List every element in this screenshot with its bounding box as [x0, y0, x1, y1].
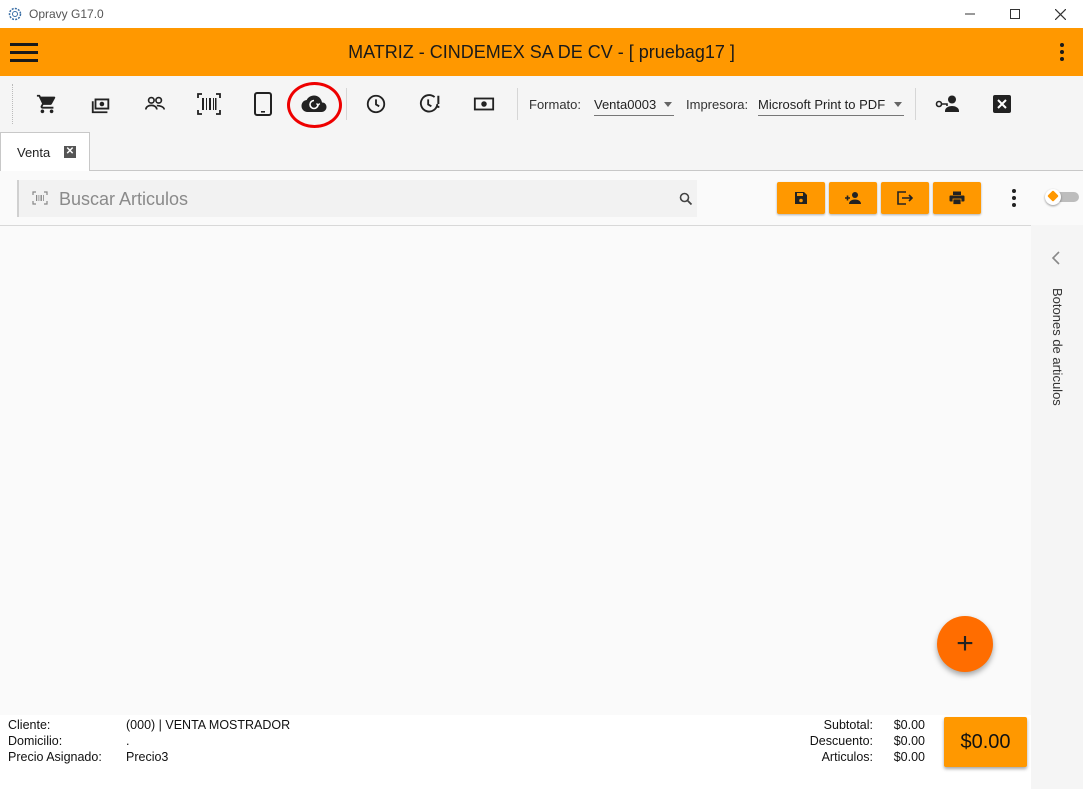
- search-input[interactable]: [59, 186, 659, 212]
- toolbar-separator: [346, 88, 347, 120]
- maximize-icon: [1010, 9, 1020, 19]
- close-tab-icon[interactable]: ✕: [64, 146, 76, 158]
- tablet-button[interactable]: [249, 90, 277, 118]
- more-vert-icon[interactable]: [1050, 40, 1074, 64]
- close-window-button[interactable]: [1037, 0, 1083, 28]
- add-user-icon: [845, 192, 861, 204]
- toolbar-separator: [517, 88, 518, 120]
- search-bar: [17, 180, 697, 217]
- app-logo-icon: [8, 7, 22, 21]
- domicilio-value: .: [126, 734, 130, 748]
- formato-label: Formato:: [529, 97, 582, 112]
- cart-icon: [36, 94, 56, 114]
- domicilio-label: Domicilio:: [8, 734, 63, 748]
- cash-icon: [91, 98, 110, 114]
- barcode-button[interactable]: [195, 90, 223, 118]
- barcode-icon: [197, 93, 221, 115]
- subtotal-value: $0.00: [893, 718, 925, 732]
- formato-select[interactable]: Venta0003: [594, 90, 674, 116]
- page-title: MATRIZ - CINDEMEX SA DE CV - [ pruebag17…: [348, 42, 735, 62]
- chevron-down-icon: [894, 102, 902, 107]
- cash-button[interactable]: [87, 90, 115, 118]
- window-titlebar: Opravy G17.0: [0, 0, 1083, 28]
- chevron-left-icon[interactable]: [1051, 251, 1061, 265]
- tablet-icon: [254, 92, 272, 116]
- user-key-button[interactable]: [934, 90, 962, 118]
- clock-alert-icon: [419, 94, 440, 113]
- save-button[interactable]: [777, 182, 825, 214]
- impresora-value: Microsoft Print to PDF: [758, 97, 886, 112]
- exit-icon: [897, 191, 913, 205]
- main-toolbar: Formato: Venta0003 Impresora: Microsoft …: [0, 76, 1083, 132]
- precio-asignado-value: Precio3: [126, 750, 169, 764]
- minimize-button[interactable]: [947, 0, 993, 28]
- more-vert-icon[interactable]: [1004, 187, 1024, 209]
- money-button[interactable]: [470, 90, 498, 118]
- articulos-value: $0.00: [893, 750, 925, 764]
- tab-venta[interactable]: Venta ✕: [0, 132, 90, 171]
- cliente-value: (000) | VENTA MOSTRADOR: [126, 718, 291, 732]
- maximize-button[interactable]: [992, 0, 1038, 28]
- pin-toggle[interactable]: [1045, 189, 1079, 205]
- close-box-icon: [993, 95, 1011, 113]
- history-button[interactable]: [362, 90, 390, 118]
- precio-asignado-label: Precio Asignado:: [8, 750, 102, 764]
- tab-strip: Venta ✕: [0, 132, 1083, 171]
- money-icon: [473, 97, 495, 111]
- add-fab-button[interactable]: +: [937, 616, 993, 672]
- tab-label: Venta: [17, 145, 51, 160]
- descuento-label: Descuento:: [809, 734, 873, 748]
- search-icon[interactable]: [679, 192, 693, 206]
- impresora-select[interactable]: Microsoft Print to PDF: [758, 90, 904, 116]
- pending-button[interactable]: [416, 90, 444, 118]
- user-key-icon: [935, 95, 959, 112]
- highlight-annotation: [287, 82, 342, 128]
- people-icon: [145, 96, 165, 110]
- chevron-down-icon: [664, 102, 672, 107]
- sale-content: [0, 171, 1083, 789]
- customers-button[interactable]: [141, 90, 169, 118]
- close-icon: [1054, 8, 1066, 20]
- save-icon: [795, 192, 807, 204]
- clock-icon: [366, 94, 386, 114]
- articles-grid: [0, 225, 1031, 715]
- articulos-label: Articulos:: [821, 750, 873, 764]
- toolbar-grip: [12, 84, 14, 124]
- pay-total-button[interactable]: $0.00: [944, 717, 1027, 767]
- cliente-label: Cliente:: [8, 718, 51, 732]
- side-panel-label: Botones de articulos: [1050, 288, 1065, 406]
- toolbar-separator: [915, 88, 916, 120]
- close-sale-button[interactable]: [988, 90, 1016, 118]
- printer-icon: [949, 191, 965, 205]
- app-header: MATRIZ - CINDEMEX SA DE CV - [ pruebag17…: [0, 28, 1083, 76]
- export-button[interactable]: [881, 182, 929, 214]
- impresora-label: Impresora:: [686, 97, 749, 112]
- descuento-value: $0.00: [893, 734, 925, 748]
- print-button[interactable]: [933, 182, 981, 214]
- subtotal-label: Subtotal:: [823, 718, 873, 732]
- minimize-icon: [965, 13, 975, 15]
- pin-icon: [1047, 190, 1059, 202]
- window-title: Opravy G17.0: [29, 7, 104, 21]
- toggle-thumb: [1045, 189, 1061, 205]
- barcode-scan-icon: [32, 191, 48, 205]
- formato-value: Venta0003: [594, 97, 657, 112]
- add-customer-button[interactable]: [829, 182, 877, 214]
- cart-button[interactable]: [33, 90, 61, 118]
